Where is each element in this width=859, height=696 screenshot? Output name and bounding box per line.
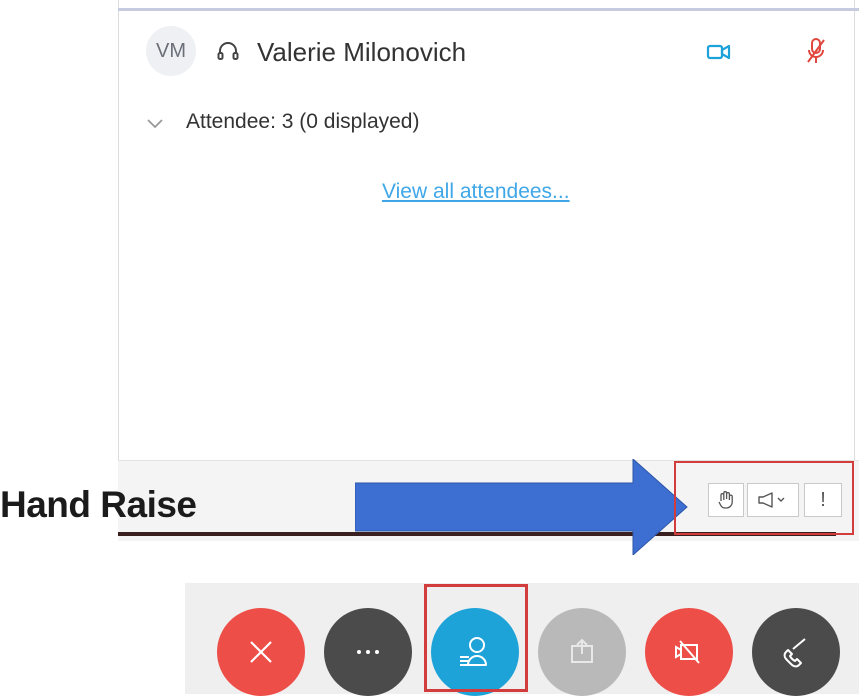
share-button[interactable] [538,608,626,696]
panel-divider [118,8,859,11]
attendee-count: Attendee: 3 (0 displayed) [186,110,420,133]
participant-name: Valerie Milonovich [257,37,467,67]
leave-button[interactable] [217,608,305,696]
hand-raise-highlight: ! [674,461,854,535]
share-icon [571,638,593,663]
chevron-down-icon[interactable] [146,114,164,132]
raise-hand-button[interactable] [708,483,744,517]
call-button[interactable] [752,608,840,696]
hand-raise-annotation: Hand Raise [0,484,197,525]
attendee-section-header[interactable]: Attendee: 3 (0 displayed) [146,108,646,138]
annotation-arrow [355,459,688,555]
view-all-attendees-link[interactable]: View all attendees... [382,180,570,204]
announce-button[interactable] [747,483,799,517]
participant-row[interactable]: VM Valerie Milonovich [146,26,846,78]
ellipsis-icon [357,650,379,654]
microphone-muted-icon[interactable] [805,36,827,66]
headset-icon [217,42,239,60]
more-button[interactable] [324,608,412,696]
video-off-icon [675,640,700,664]
phone-icon [783,638,806,668]
more-options-button[interactable]: ! [804,483,842,517]
avatar: VM [146,26,196,76]
video-off-button[interactable] [645,608,733,696]
megaphone-icon [758,492,785,508]
video-camera-icon[interactable] [706,40,732,64]
close-icon [250,641,272,663]
hand-icon [718,491,733,509]
participants-highlight [424,584,528,692]
